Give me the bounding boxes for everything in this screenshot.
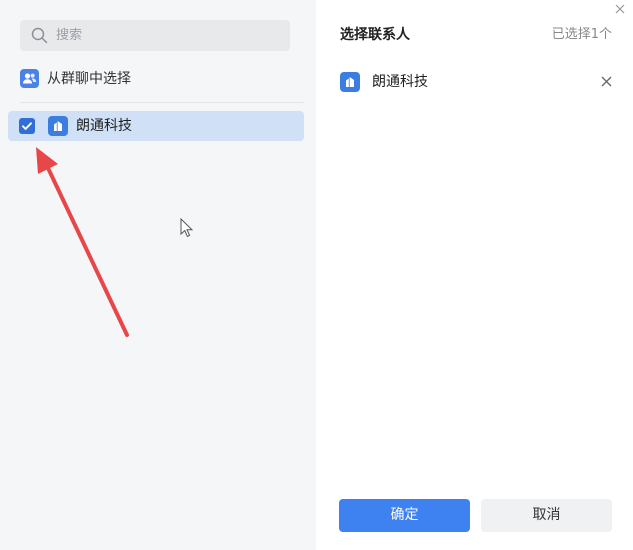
group-chat-label: 从群聊中选择 [47,71,131,87]
selected-count: 已选择1个 [551,27,612,42]
mouse-cursor-icon [180,218,194,238]
cancel-button[interactable]: 取消 [481,499,612,532]
checkbox-checked[interactable] [19,118,35,134]
remove-icon[interactable] [601,76,612,87]
contact-row[interactable]: 朗通科技 [8,111,304,141]
confirm-button[interactable]: 确定 [339,499,470,532]
search-icon [31,27,48,44]
select-from-group-chat[interactable]: 从群聊中选择 [20,67,290,93]
divider [20,102,304,103]
contact-list-pane: 搜索 从群聊中选择 朗通科技 [0,0,316,550]
selected-contacts-pane: 选择联系人 已选择1个 朗通科技 确定 取消 [316,0,633,550]
selected-contact-name: 朗通科技 [372,74,428,90]
group-users-icon [20,69,39,88]
search-input[interactable]: 搜索 [20,20,290,51]
contact-picker-dialog: 搜索 从群聊中选择 朗通科技 选择联系人 已选择1个 朗通科技 确定 取消 [0,0,633,550]
close-icon[interactable] [615,4,625,14]
panel-title: 选择联系人 [340,27,410,43]
search-placeholder: 搜索 [56,28,83,43]
selected-contact-item: 朗通科技 [340,70,612,94]
company-icon [340,72,360,92]
contact-name: 朗通科技 [76,118,132,134]
company-icon [48,116,68,136]
